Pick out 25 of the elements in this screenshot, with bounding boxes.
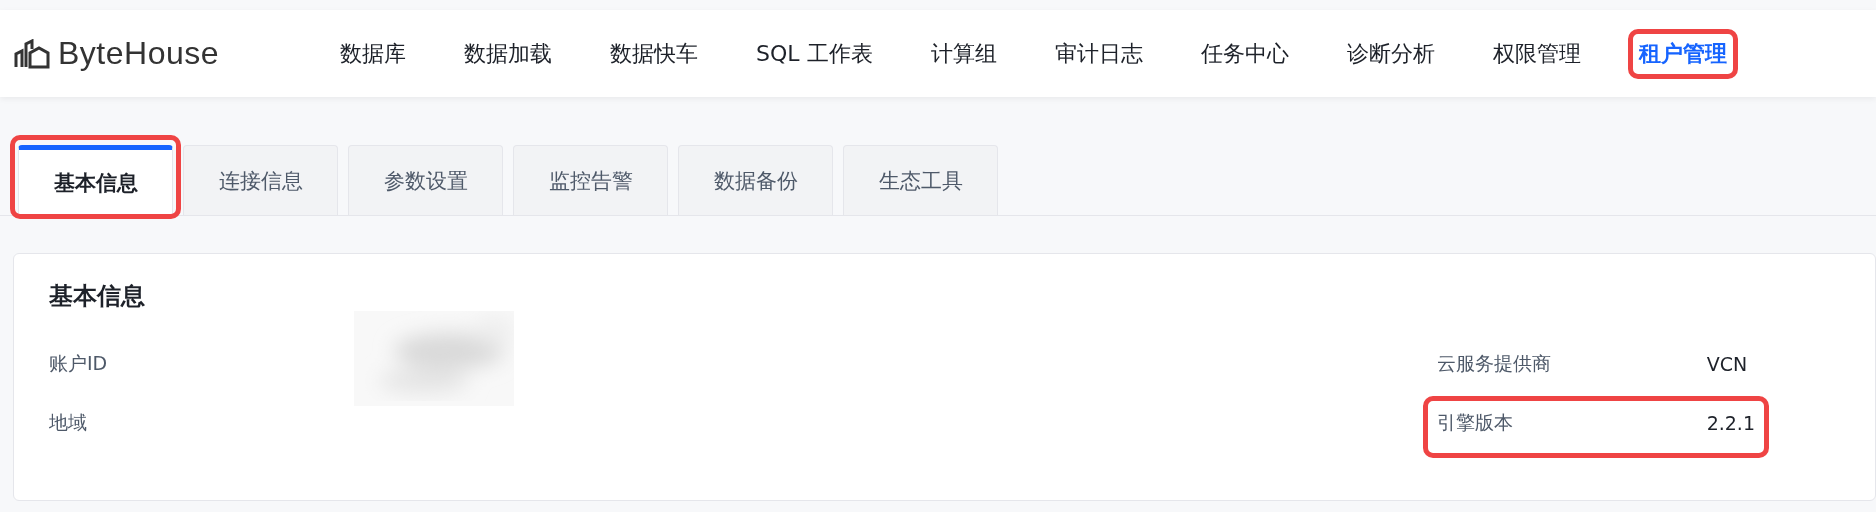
logo-text: ByteHouse <box>58 35 220 72</box>
tab[interactable]: 数据备份 <box>678 145 833 215</box>
nav-item[interactable]: 任务中心 <box>1189 28 1300 79</box>
field-label: 账户ID <box>49 350 109 376</box>
field-label: 云服务提供商 <box>1436 350 1552 376</box>
tab[interactable]: 基本信息 <box>18 145 173 215</box>
nav-item[interactable]: 审计日志 <box>1043 28 1154 79</box>
tab[interactable]: 连接信息 <box>183 145 338 215</box>
tab[interactable]: 参数设置 <box>348 145 503 215</box>
nav-item[interactable]: 权限管理 <box>1481 28 1592 79</box>
tab[interactable]: 生态工具 <box>843 145 998 215</box>
field-value: VCN <box>1706 352 1748 375</box>
nav-item[interactable]: 数据库 <box>329 28 417 79</box>
field-value: 2.2.1 <box>1706 411 1755 434</box>
field-label: 引擎版本 <box>1436 409 1514 435</box>
card-title: 基本信息 <box>49 281 146 312</box>
nav-item[interactable]: 租户管理 <box>1627 28 1738 79</box>
tab[interactable]: 监控告警 <box>513 145 668 215</box>
nav-item[interactable]: 数据加载 <box>453 28 563 79</box>
logo-icon <box>14 38 50 69</box>
field-label: 地域 <box>49 409 88 435</box>
nav-item[interactable]: 数据快车 <box>599 28 709 79</box>
nav-item[interactable]: 诊断分析 <box>1335 28 1446 79</box>
nav-item[interactable]: 计算组 <box>919 28 1008 79</box>
nav-item[interactable]: SQL 工作表 <box>745 28 884 79</box>
